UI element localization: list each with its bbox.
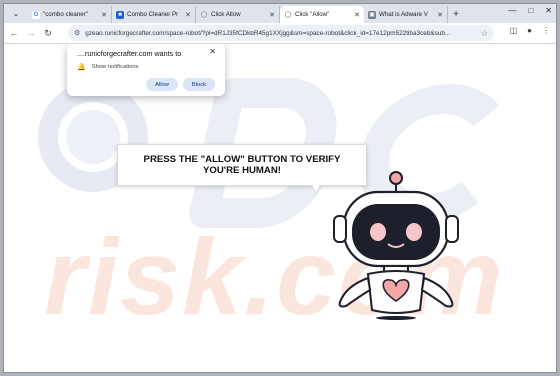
forward-arrow-icon[interactable]: → [24,26,38,40]
close-window-icon[interactable]: ✕ [545,6,552,15]
window-controls: — □ ✕ [508,6,552,15]
address-bar[interactable]: ⚙ gzeao.runicforgecrafter.com/space-robo… [68,25,494,41]
watermark-magnifier-lens [66,110,120,164]
maximize-icon[interactable]: □ [528,6,533,15]
tab-label: "combo cleaner" [43,11,88,18]
tab-click-allow-active[interactable]: ◯ Click "Allow" ✕ [280,6,364,23]
side-panel-icon[interactable]: ◫ [510,26,518,35]
tab-close-icon[interactable]: ✕ [437,11,443,19]
tab-close-icon[interactable]: ✕ [269,11,275,19]
back-arrow-icon[interactable]: ← [7,26,21,40]
tab-close-icon[interactable]: ✕ [354,11,360,19]
reload-icon[interactable]: ↻ [41,26,55,40]
tab-search-chevron-icon[interactable]: ⌄ [8,5,24,21]
toolbar-actions: ◫ ● ⋮ [510,26,550,35]
menu-dots-icon[interactable]: ⋮ [542,26,550,35]
tab-click-allow[interactable]: ◯ Click Allow ✕ [196,6,280,23]
browser-toolbar: ← → ↻ ⚙ gzeao.runicforgecrafter.com/spac… [4,23,556,44]
bell-icon: 🔔 [77,64,86,71]
site-settings-icon[interactable]: ⚙ [74,29,80,37]
tab-combo-cleaner-pro[interactable]: ■ Combo Cleaner Pr ✕ [112,6,196,23]
robot-illustration [333,171,459,320]
bookmark-star-icon[interactable]: ☆ [481,29,488,38]
pcrisk-icon: ▣ [368,10,376,19]
google-icon: G [32,10,40,19]
popup-close-icon[interactable]: ✕ [209,47,216,56]
combo-cleaner-icon: ■ [116,10,124,19]
bubble-tail-inner [312,184,320,193]
tab-label: Combo Cleaner Pr [127,11,179,18]
minimize-icon[interactable]: — [508,6,516,15]
tab-close-icon[interactable]: ✕ [101,11,107,19]
tab-label: What is Adware V [379,11,428,18]
allow-button[interactable]: Allow [146,78,178,91]
tab-adware[interactable]: ▣ What is Adware V ✕ [364,6,448,23]
popup-origin: ....runicforgecrafter.com wants to [77,49,182,58]
globe-icon: ◯ [284,12,292,18]
tab-strip: ⌄ G "combo cleaner" ✕ ■ Combo Cleaner Pr… [4,4,556,23]
tab-close-icon[interactable]: ✕ [185,11,191,19]
permission-row: 🔔 Show notifications [77,63,138,71]
page-content: risk.com PRESS THE "ALLOW" BUTTON TO VER… [4,44,556,372]
browser-window: ⌄ G "combo cleaner" ✕ ■ Combo Cleaner Pr… [3,3,557,373]
new-tab-plus-icon[interactable]: + [448,6,464,23]
permission-label: Show notifications [91,64,139,70]
tab-combo-cleaner-search[interactable]: G "combo cleaner" ✕ [28,6,112,23]
tab-label: Click "Allow" [295,11,330,18]
verify-message: PRESS THE "ALLOW" BUTTON TO VERIFY YOU'R… [143,154,341,176]
url-text: gzeao.runicforgecrafter.com/space-robot/… [85,29,451,37]
globe-icon: ◯ [200,12,208,18]
block-button[interactable]: Block [183,78,215,91]
tab-label: Click Allow [211,11,241,18]
profile-icon[interactable]: ● [527,26,532,35]
notification-permission-popup: ....runicforgecrafter.com wants to ✕ 🔔 S… [67,44,225,96]
